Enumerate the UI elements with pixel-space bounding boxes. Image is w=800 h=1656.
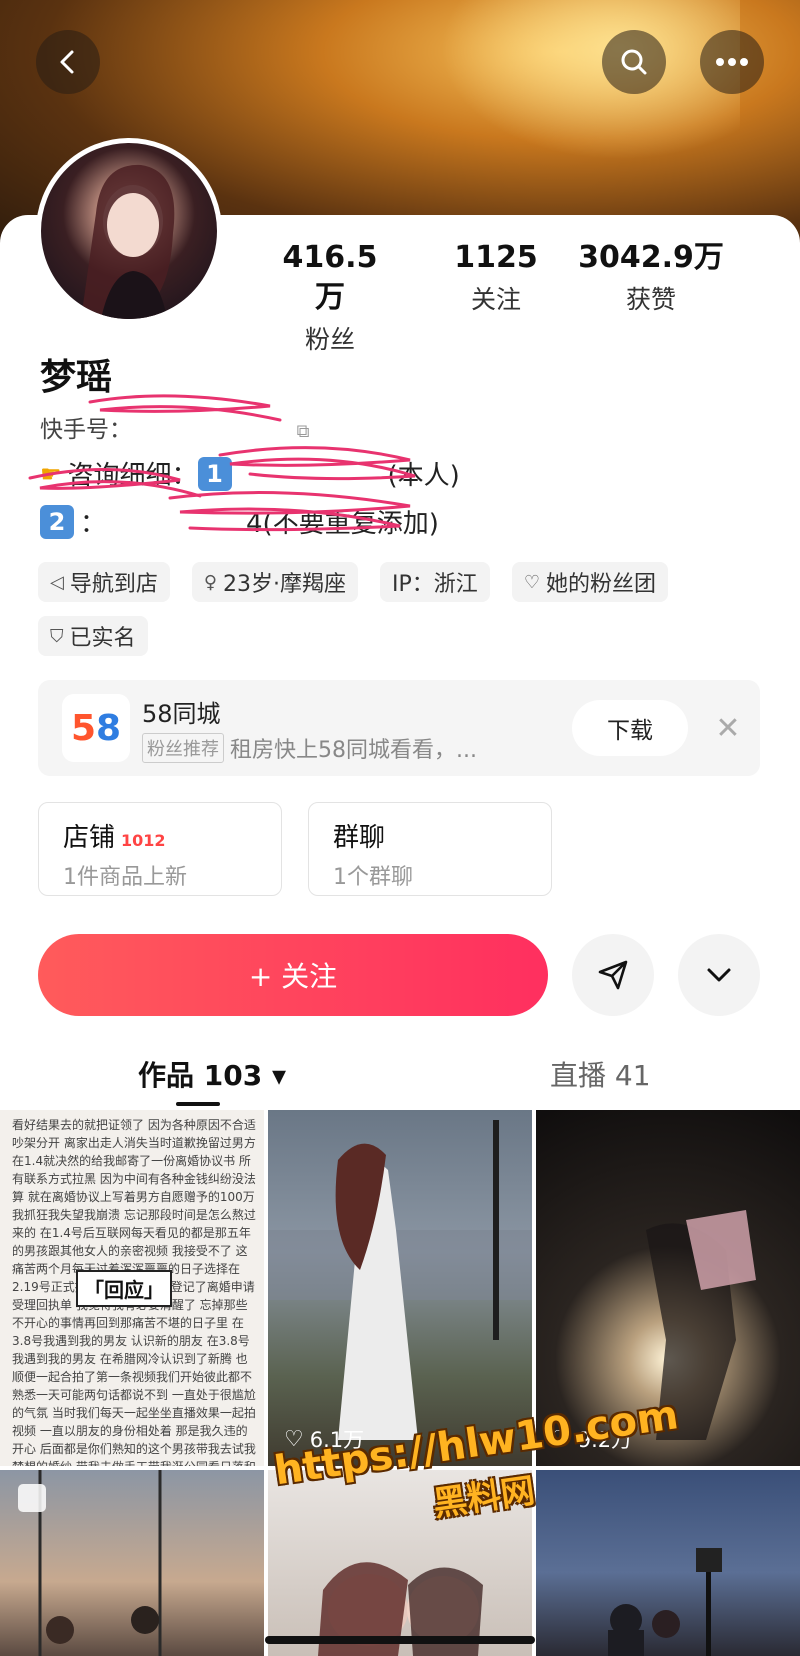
ad-close-icon[interactable]: ✕ xyxy=(706,706,750,750)
group-chat-entry[interactable]: 群聊 1个群聊 xyxy=(308,802,552,896)
navigation-icon: ◁ xyxy=(50,571,64,593)
content-tabs: 作品 103 ▾ 直播 41 xyxy=(0,1040,800,1106)
avatar-portrait xyxy=(81,164,175,319)
group-chat-title: 群聊 xyxy=(333,823,386,853)
tag-age-sign-label: 23岁·摩羯座 xyxy=(223,572,347,597)
shop-sub: 1件商品上新 xyxy=(63,865,187,890)
tab-works[interactable]: 作品 103 ▾ xyxy=(138,1054,286,1094)
expand-button[interactable] xyxy=(678,934,760,1016)
stat-likes[interactable]: 3042.9万 获赞 xyxy=(576,238,726,360)
send-icon xyxy=(598,960,628,990)
keycap-1-icon: 1 xyxy=(197,456,232,491)
stat-fans-value: 416.5万 xyxy=(282,240,378,315)
ad-download-button[interactable]: 下载 xyxy=(572,700,688,756)
group-chat-sub: 1个群聊 xyxy=(333,865,413,890)
pointing-hand-icon: ☛ xyxy=(40,459,62,488)
tag-verified: ⛉ 已实名 xyxy=(38,616,148,656)
shop-title: 店铺 xyxy=(63,823,116,853)
bio-line-2-suffix: 4(不要重复添加) xyxy=(246,509,439,539)
tag-navigate-store[interactable]: ◁ 导航到店 xyxy=(38,562,170,602)
follow-button[interactable]: + 关注 xyxy=(38,934,548,1016)
bio-line-1: ☛ 咨询细细： 1 (本人) xyxy=(40,455,460,492)
bio-line-1-prefix: 咨询细细： xyxy=(67,461,198,491)
gender-icon: ♀ xyxy=(203,571,218,593)
post-thumbnail-2[interactable]: ♡ 6.1万 xyxy=(268,1110,532,1466)
tag-row: ◁ 导航到店 ♀ 23岁·摩羯座 IP：浙江 ♡ 她的粉丝团 ⛉ 已实名 xyxy=(38,562,778,656)
bio-line-2-text: ： xyxy=(80,509,107,539)
post-thumbnail-4[interactable] xyxy=(0,1470,264,1656)
58-logo-icon: 58 xyxy=(62,694,130,762)
stat-following[interactable]: 1125 关注 xyxy=(426,238,566,360)
bio-line-2: 2 ： 4(不要重复添加) xyxy=(40,503,439,540)
ad-desc: 租房快上58同城看看，... xyxy=(230,738,477,763)
profile-name: 梦瑶 xyxy=(40,357,113,398)
home-indicator[interactable] xyxy=(265,1636,535,1644)
bio-line-1-suffix: (本人) xyxy=(387,461,460,491)
post-1-stamp: 「回应」 xyxy=(76,1270,172,1307)
search-icon xyxy=(621,49,647,75)
tag-verified-label: 已实名 xyxy=(69,626,136,651)
tag-fan-club-label: 她的粉丝团 xyxy=(545,572,656,597)
58-logo-eight: 8 xyxy=(96,707,122,749)
share-button[interactable] xyxy=(572,934,654,1016)
shop-entry[interactable]: 店铺 1012 1件商品上新 xyxy=(38,802,282,896)
keycap-2-icon: 2 xyxy=(40,504,74,539)
tab-live[interactable]: 直播 41 xyxy=(550,1054,651,1094)
kuaishou-id[interactable]: 快手号： ⧉ xyxy=(40,410,309,444)
ad-desc-row: 粉丝推荐 租房快上58同城看看，... xyxy=(142,732,477,764)
stat-fans[interactable]: 416.5万 粉丝 xyxy=(270,238,390,360)
stat-following-value: 1125 xyxy=(454,240,538,275)
kuaishou-id-label: 快手号： xyxy=(40,417,132,443)
tag-navigate-store-label: 导航到店 xyxy=(69,572,158,597)
stat-likes-label: 获赞 xyxy=(625,285,676,314)
image-post-icon xyxy=(18,1484,46,1512)
post-thumbnail-1[interactable]: 看好结果去的就把证领了 因为各种原因不合适吵架分开 离家出走人消失当时道歉挽留过… xyxy=(0,1110,264,1466)
stat-likes-value: 3042.9万 xyxy=(578,240,724,275)
back-button[interactable] xyxy=(36,30,100,94)
stat-fans-label: 粉丝 xyxy=(304,325,355,354)
works-grid: 看好结果去的就把证领了 因为各种原因不合适吵架分开 离家出走人消失当时道歉挽留过… xyxy=(0,1110,800,1656)
tag-ip: IP：浙江 xyxy=(380,562,490,602)
tab-underline xyxy=(176,1102,220,1106)
58-logo-five: 5 xyxy=(70,707,96,749)
post-2-photo xyxy=(268,1120,532,1440)
copy-icon[interactable]: ⧉ xyxy=(297,421,310,442)
more-button[interactable] xyxy=(700,30,764,94)
search-button[interactable] xyxy=(602,30,666,94)
back-arrow-icon xyxy=(60,50,74,74)
more-dots-icon xyxy=(716,58,748,66)
ad-badge: 粉丝推荐 xyxy=(142,733,224,763)
chevron-down-icon xyxy=(707,968,731,982)
avatar[interactable] xyxy=(36,138,222,324)
tag-ip-label: IP：浙江 xyxy=(392,572,478,597)
tag-fan-club[interactable]: ♡ 她的粉丝团 xyxy=(511,562,668,602)
cover-glow xyxy=(440,0,740,160)
ad-title: 58同城 xyxy=(142,700,221,728)
verified-icon: ⛉ xyxy=(50,625,64,647)
shop-badge: 1012 xyxy=(121,831,166,850)
shop-title-row: 店铺 1012 xyxy=(63,817,166,854)
tag-age-sign: ♀ 23岁·摩羯座 xyxy=(191,562,359,602)
ad-card-58[interactable]: 58 58同城 粉丝推荐 租房快上58同城看看，... 下载 ✕ xyxy=(38,680,760,776)
stats-row: 416.5万 粉丝 1125 关注 3042.9万 获赞 xyxy=(270,238,770,360)
heart-icon: ♡ xyxy=(523,571,540,593)
stat-following-label: 关注 xyxy=(470,285,521,314)
